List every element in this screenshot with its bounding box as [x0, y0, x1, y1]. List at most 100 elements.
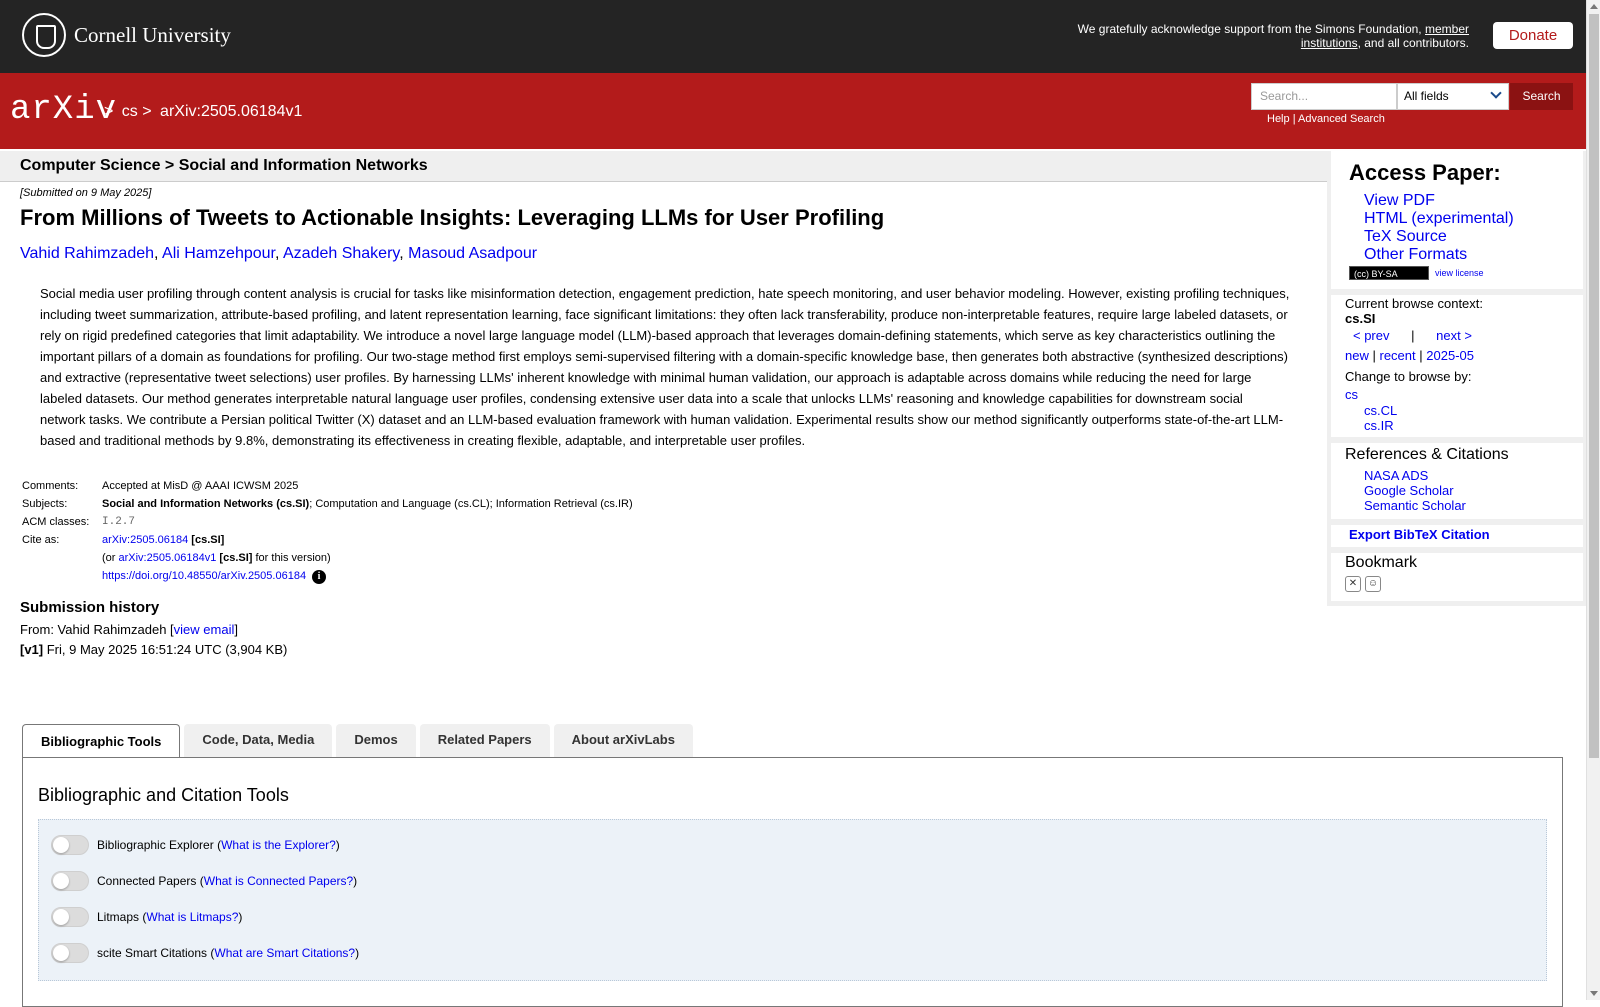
- view-email-link[interactable]: view email: [174, 622, 235, 637]
- cite-or: (or: [102, 552, 119, 564]
- page-scrollbar[interactable]: [1586, 0, 1600, 1000]
- search-field-select[interactable]: All fields: [1397, 83, 1509, 110]
- tool-info-link[interactable]: What is Litmaps?: [146, 910, 238, 924]
- cornell-seal-icon: [22, 13, 66, 57]
- arxiv-logo[interactable]: arXiv: [10, 91, 117, 129]
- version-label: [v1]: [20, 642, 44, 657]
- export-bibtex-link[interactable]: Export BibTeX Citation: [1349, 527, 1490, 542]
- google-scholar-link[interactable]: Google Scholar: [1364, 483, 1454, 498]
- tab-panel: Bibliographic and Citation Tools Bibliog…: [22, 757, 1563, 1007]
- search-button[interactable]: Search: [1510, 83, 1573, 110]
- tool-name: Bibliographic Explorer: [97, 838, 214, 852]
- subjects-value: Social and Information Networks (cs.SI);…: [100, 495, 635, 513]
- tab-code-data-media[interactable]: Code, Data, Media: [184, 724, 333, 757]
- cite-value: arXiv:2505.06184 [cs.SI] (or arXiv:2505.…: [100, 531, 635, 587]
- tab-demos[interactable]: Demos: [336, 724, 416, 757]
- access-paper-panel: Access Paper: View PDF HTML (experimenta…: [1331, 151, 1583, 289]
- history-from: From: Vahid Rahimzadeh [view email]: [20, 622, 1310, 637]
- scroll-thumb[interactable]: [1589, 14, 1599, 758]
- prev-link[interactable]: < prev: [1353, 328, 1390, 343]
- tool-info-link[interactable]: What is the Explorer?: [221, 838, 336, 852]
- acm-value: I.2.7: [102, 516, 136, 528]
- browse-cat-cl[interactable]: cs.CL: [1364, 403, 1397, 418]
- month-link[interactable]: 2025-05: [1426, 348, 1474, 363]
- tool-name: Litmaps: [97, 910, 140, 924]
- donate-button[interactable]: Donate: [1493, 22, 1573, 49]
- tool-row-scite: scite Smart Citations (What are Smart Ci…: [51, 943, 359, 963]
- author-link[interactable]: Vahid Rahimzadeh: [20, 245, 154, 262]
- cite-label: Cite as:: [22, 534, 60, 546]
- license: (cc) BY-SA view license: [1349, 266, 1484, 280]
- cornell-logo[interactable]: Cornell University: [22, 13, 231, 57]
- main-content: [Submitted on 9 May 2025] From Millions …: [20, 186, 1310, 662]
- scroll-down-arrow-icon[interactable]: [1590, 991, 1598, 996]
- bibsonomy-icon[interactable]: ✕: [1345, 576, 1361, 592]
- author-link[interactable]: Azadeh Shakery: [283, 245, 399, 262]
- acm-label: ACM classes:: [20, 513, 100, 531]
- search-field-value: All fields: [1404, 89, 1449, 103]
- cite-link[interactable]: arXiv:2505.06184: [102, 534, 188, 546]
- cite-version-link[interactable]: arXiv:2505.06184v1: [119, 552, 217, 564]
- tool-name: scite Smart Citations: [97, 946, 208, 960]
- explorer-toggle[interactable]: [51, 835, 89, 855]
- paper-title: From Millions of Tweets to Actionable In…: [20, 205, 885, 230]
- semantic-scholar-link[interactable]: Semantic Scholar: [1364, 498, 1466, 513]
- litmaps-toggle[interactable]: [51, 907, 89, 927]
- recent-link[interactable]: recent: [1380, 348, 1416, 363]
- doi-link[interactable]: https://doi.org/10.48550/arXiv.2505.0618…: [102, 570, 306, 582]
- tab-bibliographic-tools[interactable]: Bibliographic Tools: [22, 724, 181, 758]
- bookmark-title: Bookmark: [1345, 554, 1418, 571]
- connected-papers-toggle[interactable]: [51, 871, 89, 891]
- scite-toggle[interactable]: [51, 943, 89, 963]
- submission-history: Submission history From: Vahid Rahimzade…: [20, 599, 1310, 657]
- subject-title: Computer Science > Social and Informatio…: [20, 157, 428, 174]
- help-link[interactable]: Help: [1267, 113, 1290, 125]
- scroll-up-arrow-icon[interactable]: [1590, 4, 1598, 9]
- view-pdf-link[interactable]: View PDF: [1364, 192, 1435, 209]
- breadcrumb-cs[interactable]: cs: [122, 103, 138, 120]
- view-license-link[interactable]: view license: [1435, 268, 1484, 278]
- tool-row-litmaps: Litmaps (What is Litmaps?): [51, 907, 242, 927]
- author-link[interactable]: Ali Hamzehpour: [162, 245, 275, 262]
- info-icon[interactable]: i: [312, 570, 327, 584]
- browse-cat-cs[interactable]: cs: [1345, 387, 1358, 402]
- cc-by-sa-badge[interactable]: (cc) BY-SA: [1349, 266, 1429, 280]
- search-input[interactable]: Search...: [1251, 83, 1397, 110]
- change-label: Change to browse by:: [1345, 369, 1472, 384]
- abstract: Social media user profiling through cont…: [40, 286, 1290, 448]
- support-text-body: We gratefully acknowledge support from t…: [1077, 22, 1422, 36]
- subjects-row: Subjects: Social and Information Network…: [20, 495, 635, 513]
- bookmark-icons: ✕ ☺: [1345, 576, 1583, 592]
- comments-value: Accepted at MisD @ AAAI ICWSM 2025: [102, 480, 299, 492]
- new-link[interactable]: new: [1345, 348, 1369, 363]
- access-links: View PDF HTML (experimental) TeX Source …: [1364, 192, 1583, 264]
- tool-row-explorer: Bibliographic Explorer (What is the Expl…: [51, 835, 340, 855]
- browse-period: new | recent | 2025-05: [1345, 348, 1583, 363]
- breadcrumb-sep: >: [142, 103, 152, 120]
- context-label: Current browse context:: [1345, 296, 1484, 311]
- html-link[interactable]: HTML (experimental): [1364, 210, 1514, 227]
- other-formats-link[interactable]: Other Formats: [1364, 246, 1467, 263]
- tool-info-link[interactable]: What are Smart Citations?: [214, 946, 355, 960]
- version-text: Fri, 9 May 2025 16:51:24 UTC (3,904 KB): [43, 642, 288, 657]
- refs-title: References & Citations: [1345, 446, 1509, 463]
- nasa-ads-link[interactable]: NASA ADS: [1364, 468, 1428, 483]
- subjects-label: Subjects:: [22, 498, 68, 510]
- tex-source-link[interactable]: TeX Source: [1364, 228, 1447, 245]
- browse-cat-ir[interactable]: cs.IR: [1364, 418, 1394, 433]
- cornell-name: Cornell University: [74, 22, 231, 47]
- history-title: Submission history: [20, 599, 160, 616]
- author-link[interactable]: Masoud Asadpour: [408, 245, 537, 262]
- metadata-table: Comments: Accepted at MisD @ AAAI ICWSM …: [20, 477, 1310, 587]
- reddit-icon[interactable]: ☺: [1365, 576, 1381, 592]
- other-subjects: ; Computation and Language (cs.CL); Info…: [309, 498, 633, 510]
- tools-box: Bibliographic Explorer (What is the Expl…: [38, 819, 1547, 981]
- advanced-search-link[interactable]: Advanced Search: [1298, 113, 1385, 125]
- cite-category: [cs.SI]: [191, 534, 225, 546]
- history-from-close: ]: [234, 622, 238, 637]
- tool-info-link[interactable]: What is Connected Papers?: [204, 874, 353, 888]
- next-link[interactable]: next >: [1436, 328, 1472, 343]
- acm-row: ACM classes: I.2.7: [20, 513, 635, 531]
- tab-related-papers[interactable]: Related Papers: [419, 724, 550, 757]
- tab-about-arxivlabs[interactable]: About arXivLabs: [553, 724, 693, 757]
